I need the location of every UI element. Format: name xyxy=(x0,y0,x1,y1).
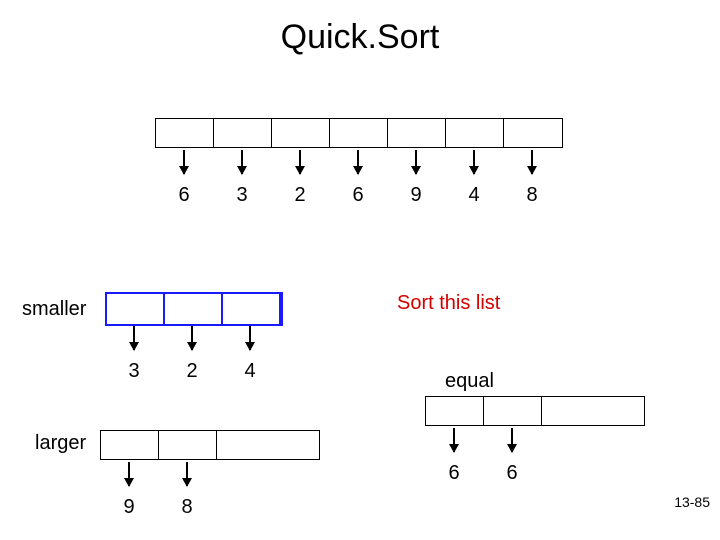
top-val-4: 9 xyxy=(410,184,421,207)
equal-val-1: 6 xyxy=(506,462,517,485)
larger-val-1: 8 xyxy=(181,496,192,519)
top-val-2: 2 xyxy=(294,184,305,207)
arrow-down-icon xyxy=(357,150,359,174)
smaller-val-0: 3 xyxy=(128,360,139,383)
arrow-down-icon xyxy=(415,150,417,174)
label-smaller: smaller xyxy=(22,298,86,321)
smaller-array-boxes xyxy=(105,292,283,326)
arrow-down-icon xyxy=(453,428,455,452)
arrow-down-icon xyxy=(186,462,188,486)
equal-val-0: 6 xyxy=(448,462,459,485)
arrow-down-icon xyxy=(241,150,243,174)
label-sort-this-list: Sort this list xyxy=(397,292,500,315)
top-val-1: 3 xyxy=(236,184,247,207)
page-title: Quick.Sort xyxy=(0,18,720,57)
label-larger: larger xyxy=(35,432,86,455)
slide-number: 13-85 xyxy=(674,494,710,510)
larger-val-0: 9 xyxy=(123,496,134,519)
top-val-3: 6 xyxy=(352,184,363,207)
arrow-down-icon xyxy=(133,326,135,350)
arrow-down-icon xyxy=(183,150,185,174)
top-array-boxes xyxy=(155,118,563,148)
arrow-down-icon xyxy=(531,150,533,174)
top-val-5: 4 xyxy=(468,184,479,207)
smaller-val-1: 2 xyxy=(186,360,197,383)
label-equal: equal xyxy=(445,370,494,393)
larger-array-boxes xyxy=(100,430,320,460)
arrow-down-icon xyxy=(191,326,193,350)
arrow-down-icon xyxy=(128,462,130,486)
equal-array-boxes xyxy=(425,396,645,426)
top-val-6: 8 xyxy=(526,184,537,207)
top-val-0: 6 xyxy=(178,184,189,207)
smaller-val-2: 4 xyxy=(244,360,255,383)
arrow-down-icon xyxy=(511,428,513,452)
arrow-down-icon xyxy=(249,326,251,350)
arrow-down-icon xyxy=(473,150,475,174)
arrow-down-icon xyxy=(299,150,301,174)
